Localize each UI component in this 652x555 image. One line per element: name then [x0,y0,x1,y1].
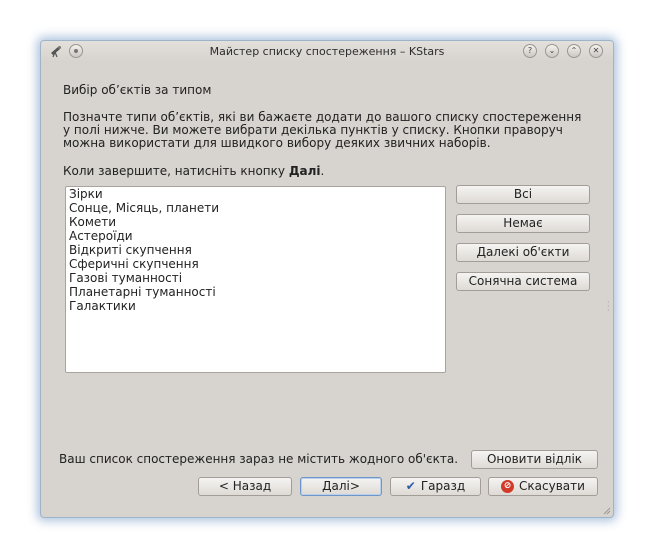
maximize-button[interactable]: ⌃ [567,44,581,58]
list-item-planetary-nebulae[interactable]: Планетарні туманності [69,285,216,299]
refresh-count-button[interactable]: Оновити відлік [471,450,598,469]
page-description: Позначте типи об’єктів, які ви бажаєте д… [63,111,593,150]
deep-sky-button[interactable]: Далекі об'єкти [456,243,590,262]
close-icon: ✕ [592,46,600,55]
wizard-content: Вибір об’єктів за типом Позначте типи об… [41,63,613,517]
status-text: Ваш список спостереження зараз не містит… [59,452,459,466]
list-item-asteroids[interactable]: Астероїди [69,229,133,243]
minimize-icon: ⌄ [548,46,556,55]
ok-button[interactable]: ✔ Гаразд [390,477,481,496]
check-icon: ✔ [405,479,416,493]
solar-system-button[interactable]: Сонячна система [456,272,590,291]
title-bar[interactable]: Майстер списку спостереження – KStars ? … [41,41,613,63]
cancel-button[interactable]: ⊘ Скасувати [488,477,598,496]
list-item-gaseous-nebulae[interactable]: Газові туманності [69,271,182,285]
maximize-icon: ⌃ [570,46,578,55]
cancel-label: Скасувати [519,479,585,493]
list-item-open-clusters[interactable]: Відкриті скупчення [69,243,192,257]
list-item-comets[interactable]: Комети [69,215,116,229]
splitter-handle[interactable]: · · · [607,299,610,315]
help-button[interactable]: ? [523,44,537,58]
list-item-sun-moon-planets[interactable]: Сонце, Місяць, планети [69,201,219,215]
minimize-button[interactable]: ⌄ [545,44,559,58]
next-button[interactable]: Далі> [300,477,382,496]
list-item-globular-clusters[interactable]: Сферичні скупчення [69,257,199,271]
list-item-stars[interactable]: Зірки [69,187,103,201]
back-button[interactable]: < Назад [198,477,292,496]
instruction-next-label: Далі [288,164,321,178]
select-none-label: Немає [503,216,543,230]
ok-label: Гаразд [420,479,466,493]
help-icon: ? [527,46,533,55]
deep-sky-label: Далекі об'єкти [476,245,570,259]
finish-instruction: Коли завершите, натисніть кнопку Далі. [63,164,324,178]
cancel-icon: ⊘ [501,480,515,493]
page-heading: Вибір об’єктів за типом [63,83,212,97]
wizard-window: Майстер списку спостереження – KStars ? … [40,40,614,518]
instruction-period: . [320,164,325,178]
select-all-button[interactable]: Всі [456,185,590,204]
resize-grip-icon[interactable] [603,507,611,515]
next-label: Далі> [322,479,360,493]
object-type-list[interactable]: Зірки Сонце, Місяць, планети Комети Асте… [65,186,446,373]
select-all-label: Всі [513,187,533,201]
instruction-text: Коли завершите, натисніть кнопку [63,164,289,178]
solar-system-label: Сонячна система [468,274,578,288]
list-item-galaxies[interactable]: Галактики [69,299,136,313]
back-label: < Назад [218,479,272,493]
description-line: можна використати для швидкого вибору де… [63,136,491,150]
select-none-button[interactable]: Немає [456,214,590,233]
refresh-count-label: Оновити відлік [486,452,583,466]
close-button[interactable]: ✕ [589,44,603,58]
